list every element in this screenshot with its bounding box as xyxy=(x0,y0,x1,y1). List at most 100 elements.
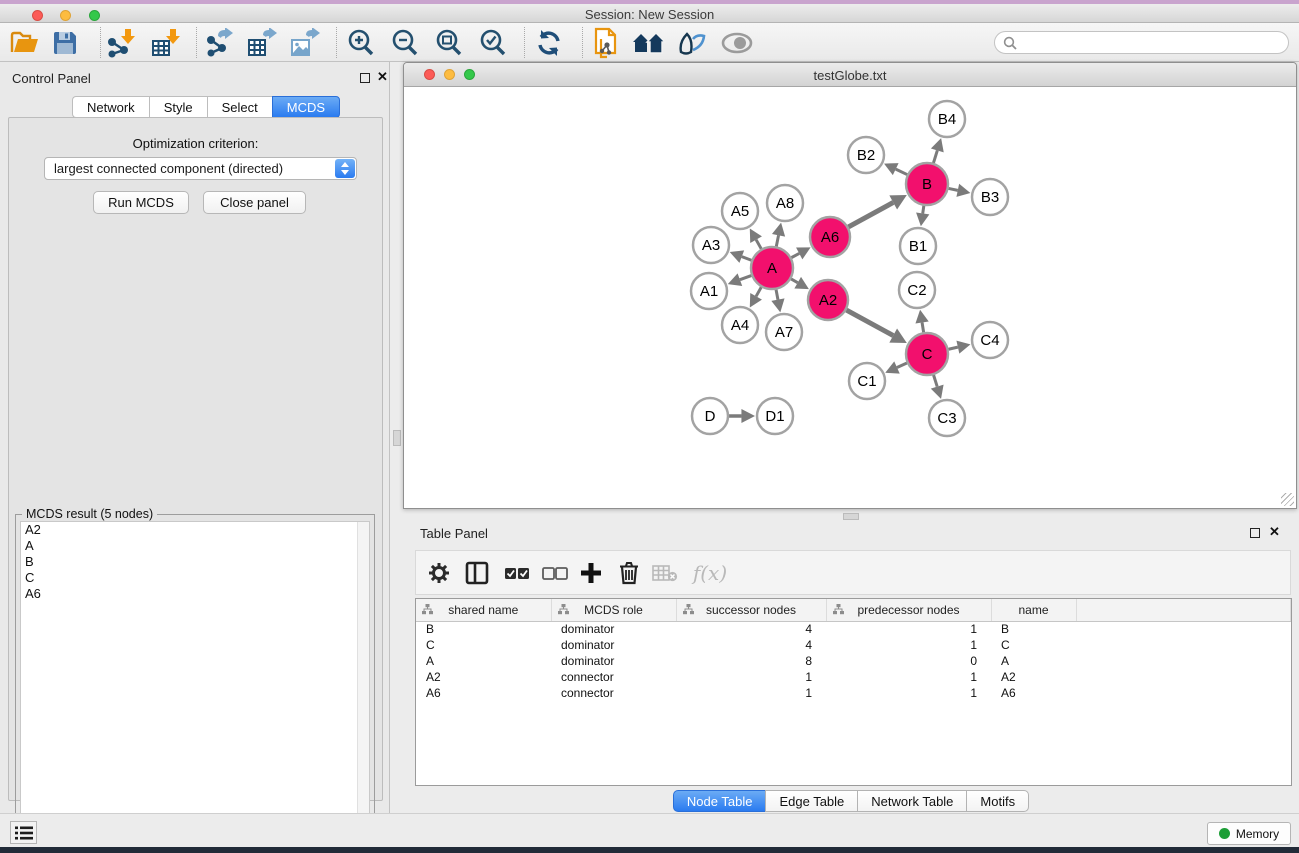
edge-B-B3[interactable] xyxy=(949,188,958,190)
edge-A-A8[interactable] xyxy=(776,235,778,246)
edge-C-C1[interactable] xyxy=(897,363,907,367)
toolbar-separator xyxy=(196,27,197,58)
export-image-icon[interactable] xyxy=(288,28,322,58)
import-network-icon[interactable] xyxy=(104,28,138,58)
zoom-fit-icon[interactable] xyxy=(432,28,466,58)
edge-A2-C[interactable] xyxy=(846,310,893,336)
run-mcds-button[interactable]: Run MCDS xyxy=(93,191,189,214)
eye-icon[interactable] xyxy=(720,28,754,58)
style-eye-icon[interactable] xyxy=(675,28,709,58)
mcds-result-box: MCDS result (5 nodes) A2ABCA6 xyxy=(15,514,375,853)
node-table[interactable]: shared nameMCDS rolesuccessor nodesprede… xyxy=(415,598,1292,786)
tab-edge-table[interactable]: Edge Table xyxy=(765,790,857,812)
tab-select[interactable]: Select xyxy=(207,96,272,118)
table-toolbar: f(x) xyxy=(415,550,1291,595)
mcds-result-item[interactable]: A2 xyxy=(21,522,369,538)
zoom-selected-icon[interactable] xyxy=(476,28,510,58)
edge-A-A2[interactable] xyxy=(791,279,798,283)
network-view-title: testGlobe.txt xyxy=(404,68,1296,83)
edge-A-A7[interactable] xyxy=(776,290,778,300)
column-header[interactable]: predecessor nodes xyxy=(826,599,991,621)
delete-table-icon[interactable] xyxy=(650,559,680,587)
network-graph[interactable]: ABCA6A2A1A3A4A5A7A8B1B2B3B4C1C2C3C4DD1 xyxy=(404,87,1296,507)
export-table-icon[interactable] xyxy=(245,28,279,58)
gear-icon[interactable] xyxy=(424,559,454,587)
network-window-titlebar[interactable]: testGlobe.txt xyxy=(404,63,1296,87)
function-builder-icon[interactable]: f(x) xyxy=(688,559,732,587)
edge-arrowhead xyxy=(931,138,944,152)
edge-C-C2[interactable] xyxy=(922,323,924,333)
table-row[interactable]: Cdominator41C xyxy=(416,637,1291,653)
column-header[interactable]: name xyxy=(991,599,1076,621)
vertical-split-handle[interactable] xyxy=(393,430,401,446)
mcds-result-item[interactable]: A6 xyxy=(21,586,369,602)
columns-icon[interactable] xyxy=(462,559,492,587)
edge-A6-B[interactable] xyxy=(848,202,893,226)
tab-network[interactable]: Network xyxy=(72,96,149,118)
edge-arrowhead xyxy=(771,298,784,312)
search-input[interactable] xyxy=(994,31,1289,54)
mcds-result-item[interactable]: A xyxy=(21,538,369,554)
mcds-result-item[interactable]: C xyxy=(21,570,369,586)
mcds-result-list[interactable]: A2ABCA6 xyxy=(20,521,370,851)
node-label-A1: A1 xyxy=(700,283,718,300)
tab-node-table[interactable]: Node Table xyxy=(673,790,766,812)
column-header[interactable]: MCDS role xyxy=(551,599,676,621)
tab-style[interactable]: Style xyxy=(149,96,207,118)
scrollbar[interactable] xyxy=(357,522,369,850)
table-row[interactable]: A6connector11A6 xyxy=(416,685,1291,701)
edge-arrowhead xyxy=(772,223,785,237)
table-row[interactable]: Bdominator41B xyxy=(416,621,1291,637)
tab-motifs[interactable]: Motifs xyxy=(966,790,1029,812)
float-panel-icon[interactable] xyxy=(360,73,370,83)
edge-A-A5[interactable] xyxy=(756,240,761,249)
node-label-B4: B4 xyxy=(938,111,956,128)
task-history-button[interactable] xyxy=(10,821,37,844)
edge-C-C4[interactable] xyxy=(948,347,957,349)
add-column-icon[interactable] xyxy=(576,559,606,587)
edge-B-B4[interactable] xyxy=(933,150,937,163)
zoom-in-icon[interactable] xyxy=(344,28,378,58)
home-icon[interactable] xyxy=(632,28,666,58)
control-panel: Control Panel ✕ Network Style Select MCD… xyxy=(0,62,390,813)
network-canvas[interactable]: ABCA6A2A1A3A4A5A7A8B1B2B3B4C1C2C3C4DD1 xyxy=(404,87,1296,508)
close-panel-button[interactable]: Close panel xyxy=(203,191,306,214)
control-panel-title: Control Panel xyxy=(12,71,91,86)
edge-A-A6[interactable] xyxy=(791,253,799,257)
edge-A-A1[interactable] xyxy=(740,276,751,280)
app-titlebar: Session: New Session xyxy=(0,4,1299,23)
float-table-panel-icon[interactable] xyxy=(1250,528,1260,538)
mcds-result-item[interactable]: B xyxy=(21,554,369,570)
edge-C-C3[interactable] xyxy=(934,375,938,387)
node-label-C2: C2 xyxy=(907,282,926,299)
table-row[interactable]: A2connector11A2 xyxy=(416,669,1291,685)
open-file-icon[interactable] xyxy=(8,28,42,58)
tab-mcds[interactable]: MCDS xyxy=(272,96,340,118)
edge-B-B1[interactable] xyxy=(923,206,924,214)
edge-A-A4[interactable] xyxy=(756,287,761,296)
import-table-icon[interactable] xyxy=(149,28,183,58)
network-document-icon[interactable] xyxy=(590,28,624,58)
tab-network-table[interactable]: Network Table xyxy=(857,790,966,812)
export-network-icon[interactable] xyxy=(202,28,236,58)
memory-button[interactable]: Memory xyxy=(1207,822,1291,845)
mcds-result-title: MCDS result (5 nodes) xyxy=(22,507,157,521)
edge-A-A3[interactable] xyxy=(742,257,752,261)
delete-icon[interactable] xyxy=(614,559,644,587)
deselect-all-icon[interactable] xyxy=(540,559,570,587)
column-header[interactable]: shared name xyxy=(416,599,551,621)
save-icon[interactable] xyxy=(48,28,82,58)
select-all-icon[interactable] xyxy=(502,559,532,587)
horizontal-split-handle[interactable] xyxy=(843,513,859,520)
zoom-out-icon[interactable] xyxy=(388,28,422,58)
status-bar: Memory xyxy=(0,813,1299,847)
edge-B-B2[interactable] xyxy=(896,169,907,174)
close-table-panel-icon[interactable]: ✕ xyxy=(1269,524,1280,540)
column-header[interactable]: successor nodes xyxy=(676,599,826,621)
refresh-icon[interactable] xyxy=(532,28,566,58)
table-row[interactable]: Adominator80A xyxy=(416,653,1291,669)
node-label-B1: B1 xyxy=(909,238,927,255)
resize-grip-icon[interactable] xyxy=(1281,493,1294,506)
criterion-dropdown[interactable]: largest connected component (directed) xyxy=(44,157,357,180)
close-panel-icon[interactable]: ✕ xyxy=(377,69,388,85)
